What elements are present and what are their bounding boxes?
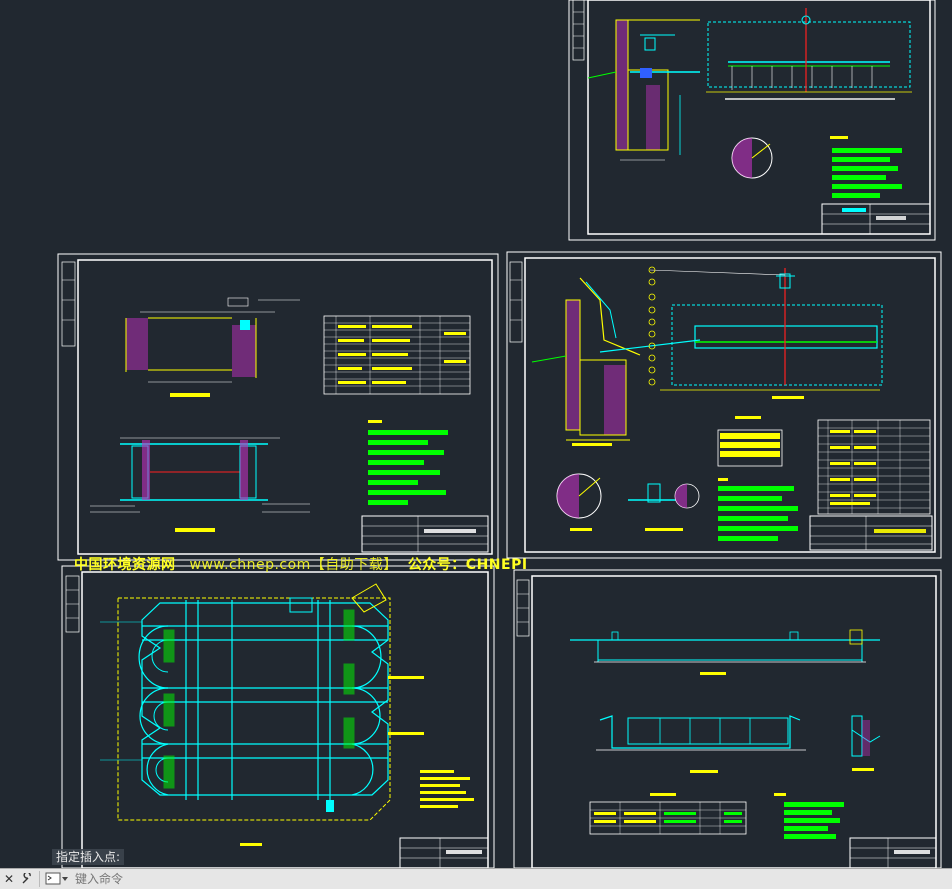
command-history-dropdown[interactable] — [43, 870, 71, 888]
command-line-bar: ✕ — [0, 868, 952, 889]
terminal-icon — [45, 872, 68, 885]
command-prompt: 指定插入点: — [52, 849, 125, 865]
sheet-bottom-left[interactable] — [61, 565, 495, 868]
drawing-canvas[interactable]: 中国环境资源网 www.chnep.com【自助下载】 公众号：CHNEPI 指定插… — [0, 0, 952, 868]
sheet-top-right[interactable] — [568, 0, 936, 241]
sheet-mid-left[interactable] — [57, 253, 499, 561]
wrench-icon[interactable] — [18, 869, 36, 889]
close-icon[interactable]: ✕ — [0, 869, 18, 889]
watermark-account: 公众号：CHNEPI — [407, 557, 528, 573]
watermark-banner: 中国环境资源网 www.chnep.com【自助下载】 公众号：CHNEPI — [74, 554, 528, 574]
sheet-mid-right[interactable] — [506, 251, 942, 559]
sheet-bottom-right[interactable] — [513, 569, 942, 868]
cad-drawing[interactable] — [0, 0, 952, 868]
watermark-site-name: 中国环境资源网 — [74, 557, 176, 573]
divider — [39, 871, 40, 887]
watermark-url: www.chnep.com【自助下载】 — [189, 557, 398, 573]
command-input[interactable] — [71, 870, 952, 888]
